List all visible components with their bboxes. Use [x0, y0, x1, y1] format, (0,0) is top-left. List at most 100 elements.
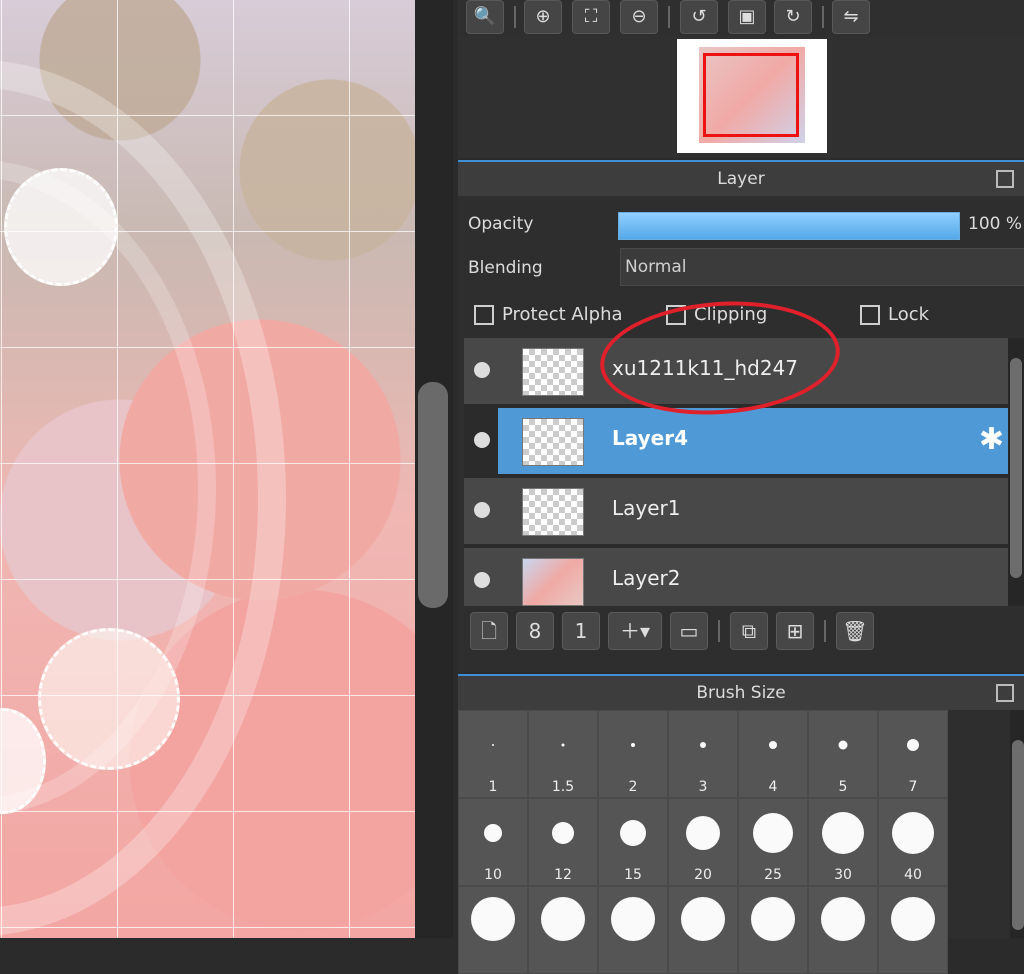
new-layer-icon[interactable]: 🗋 — [470, 612, 508, 650]
brush-size-cell[interactable]: 10 — [458, 798, 528, 886]
layer-list-scrollbar-thumb[interactable] — [1010, 358, 1022, 578]
brush-size-panel: 1 1.5 2 3 4 5 7 10 12 15 20 25 30 40 — [458, 710, 1024, 974]
brush-dot — [769, 741, 777, 749]
brush-size-cell[interactable] — [878, 886, 948, 974]
popout-icon[interactable] — [996, 684, 1014, 702]
popout-icon[interactable] — [996, 170, 1014, 188]
flip-icon[interactable]: ⇋ — [832, 0, 870, 34]
protect-alpha-label: Protect Alpha — [502, 304, 623, 325]
brush-size-value: 3 — [698, 779, 708, 795]
brush-dot — [492, 744, 494, 746]
brush-size-value: 25 — [764, 867, 782, 883]
zoom-in-icon[interactable]: ⊕ — [524, 0, 562, 34]
rotate-left-icon[interactable]: ↺ — [680, 0, 718, 34]
toolbar-separator — [824, 620, 826, 642]
brush-panel-header: Brush Size — [458, 674, 1024, 710]
canvas-scrollbar-thumb[interactable] — [418, 382, 448, 608]
fit-icon[interactable]: ⛶ — [572, 0, 610, 34]
navigator-panel — [458, 36, 1024, 158]
brush-size-value: 15 — [624, 867, 642, 883]
brush-size-value: 10 — [484, 867, 502, 883]
brush-size-cell[interactable]: 30 — [808, 798, 878, 886]
layer-name: Layer4 — [612, 426, 689, 450]
brush-panel-scrollbar-thumb[interactable] — [1012, 740, 1024, 930]
opacity-slider[interactable] — [618, 212, 960, 240]
fullscreen-icon[interactable]: ▣ — [728, 0, 766, 34]
brush-dot — [892, 812, 934, 854]
duplicate-layer-icon[interactable]: ⧉ — [730, 612, 768, 650]
brush-panel-scrollbar[interactable] — [1010, 710, 1024, 938]
layer-panel: Opacity 100 % Blending Normal Protect Al… — [458, 196, 1024, 672]
gear-icon[interactable]: ✱ — [979, 422, 1004, 457]
brush-dot — [891, 897, 935, 941]
rotate-right-icon[interactable]: ↻ — [774, 0, 812, 34]
brush-size-cell[interactable] — [738, 886, 808, 974]
view-toolbar: 🔍 ⊕ ⛶ ⊖ ↺ ▣ ↻ ⇋ — [458, 0, 1024, 36]
brush-size-cell[interactable] — [598, 886, 668, 974]
merge-layer-icon[interactable]: ⊞ — [776, 612, 814, 650]
brush-dot — [700, 742, 706, 748]
protect-alpha-checkbox[interactable]: Protect Alpha — [474, 304, 623, 325]
brush-size-cell[interactable]: 20 — [668, 798, 738, 886]
brush-dot — [686, 816, 720, 850]
blending-select[interactable]: Normal — [620, 248, 1024, 286]
brush-size-cell[interactable]: 3 — [668, 710, 738, 798]
brush-size-cell[interactable]: 7 — [878, 710, 948, 798]
navigator-viewport-rect[interactable] — [703, 53, 799, 137]
layer-row[interactable]: Layer2 — [464, 548, 1008, 606]
new-1bit-layer-icon[interactable]: 1 — [562, 612, 600, 650]
zoom-out-icon[interactable]: ⊖ — [620, 0, 658, 34]
lock-label: Lock — [888, 304, 930, 325]
visibility-icon[interactable] — [474, 572, 490, 588]
layer-panel-title: Layer — [717, 169, 765, 189]
layer-name: Layer1 — [612, 496, 681, 520]
brush-size-cell[interactable]: 25 — [738, 798, 808, 886]
drawing-canvas[interactable] — [0, 0, 416, 938]
brush-size-cell[interactable] — [458, 886, 528, 974]
layer-thumbnail — [522, 558, 584, 606]
blending-label: Blending — [468, 258, 543, 278]
brush-size-cell[interactable]: 15 — [598, 798, 668, 886]
checkbox-box[interactable] — [860, 304, 880, 325]
brush-size-value: 1.5 — [551, 779, 575, 795]
brush-size-cell[interactable]: 1 — [458, 710, 528, 798]
layer-row-selected[interactable]: Layer4 ✱ — [474, 408, 1008, 478]
lock-checkbox[interactable]: Lock — [860, 304, 929, 325]
visibility-icon[interactable] — [474, 432, 490, 448]
folder-icon[interactable]: ▭ — [670, 612, 708, 650]
navigator-thumbnail[interactable] — [677, 39, 827, 153]
new-8bit-layer-icon[interactable]: 8 — [516, 612, 554, 650]
brush-size-cell[interactable]: 40 — [878, 798, 948, 886]
toolbar-separator — [668, 6, 670, 28]
brush-panel-title: Brush Size — [696, 683, 786, 703]
brush-size-cell[interactable]: 12 — [528, 798, 598, 886]
canvas-grid — [0, 0, 416, 938]
brush-size-cell[interactable]: 5 — [808, 710, 878, 798]
layer-panel-header: Layer — [458, 160, 1024, 196]
checkbox-box[interactable] — [474, 304, 494, 325]
brush-size-cell[interactable]: 2 — [598, 710, 668, 798]
brush-size-value: 5 — [838, 779, 848, 795]
brush-size-value: 4 — [768, 779, 778, 795]
brush-size-value: 40 — [904, 867, 922, 883]
zoom-actual-icon[interactable]: 🔍 — [466, 0, 504, 34]
toolbar-separator — [514, 6, 516, 28]
layer-row[interactable]: Layer1 — [464, 478, 1008, 548]
brush-dot — [821, 897, 865, 941]
add-layer-dropdown-icon[interactable]: ＋▾ — [608, 612, 662, 650]
layer-list-scrollbar[interactable] — [1008, 338, 1024, 606]
brush-size-cell[interactable] — [808, 886, 878, 974]
visibility-icon[interactable] — [474, 362, 490, 378]
opacity-label: Opacity — [468, 214, 534, 234]
layer-thumbnail — [522, 418, 584, 466]
brush-size-cell[interactable] — [528, 886, 598, 974]
visibility-icon[interactable] — [474, 502, 490, 518]
brush-size-cell[interactable] — [668, 886, 738, 974]
toolbar-separator — [822, 6, 824, 28]
brush-dot — [552, 822, 574, 844]
trash-icon[interactable]: 🗑 — [836, 612, 874, 650]
brush-dot — [611, 897, 655, 941]
brush-size-cell[interactable]: 4 — [738, 710, 808, 798]
brush-size-cell[interactable]: 1.5 — [528, 710, 598, 798]
brush-dot — [561, 743, 565, 747]
